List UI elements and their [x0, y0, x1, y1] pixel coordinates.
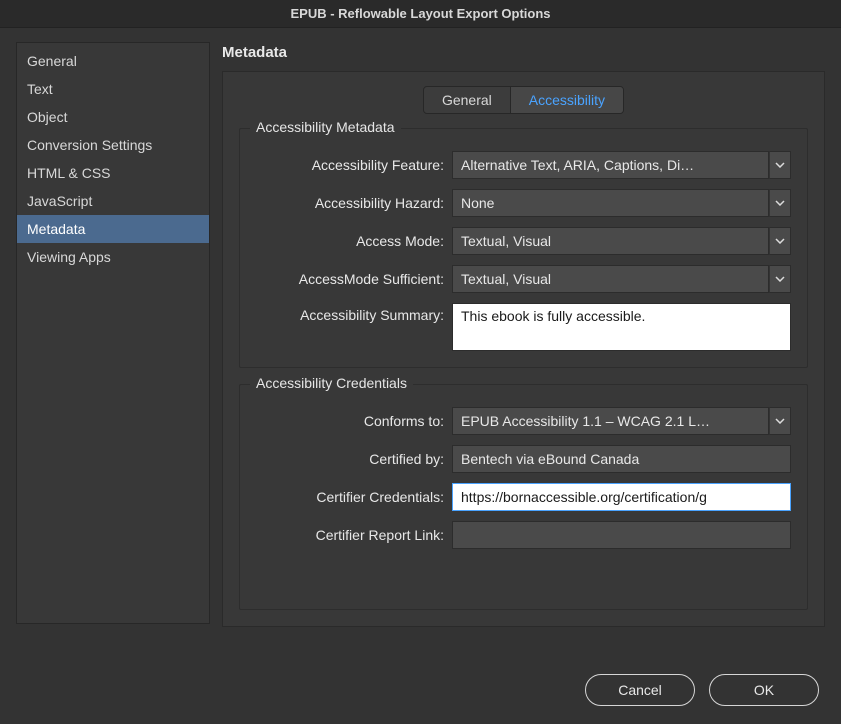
page-heading: Metadata [222, 44, 825, 61]
cancel-button[interactable]: Cancel [585, 674, 695, 706]
legend-accessibility-metadata: Accessibility Metadata [250, 119, 401, 135]
sidebar-item-object[interactable]: Object [17, 103, 209, 131]
window-title: EPUB - Reflowable Layout Export Options [0, 0, 841, 28]
label-accessibility-hazard: Accessibility Hazard: [256, 195, 452, 211]
label-conforms-to: Conforms to: [256, 413, 452, 429]
sidebar-item-text[interactable]: Text [17, 75, 209, 103]
label-certifier-credentials: Certifier Credentials: [256, 489, 452, 505]
label-accessibility-summary: Accessibility Summary: [256, 303, 452, 323]
chevron-down-icon[interactable] [769, 189, 791, 217]
input-certified-by[interactable] [452, 445, 791, 473]
chevron-down-icon[interactable] [769, 151, 791, 179]
sidebar-item-javascript[interactable]: JavaScript [17, 187, 209, 215]
select-accessibility-feature[interactable]: Alternative Text, ARIA, Captions, Di… [452, 151, 769, 179]
tab-accessibility[interactable]: Accessibility [511, 87, 623, 113]
ok-button[interactable]: OK [709, 674, 819, 706]
label-access-mode: Access Mode: [256, 233, 452, 249]
sidebar-item-html-css[interactable]: HTML & CSS [17, 159, 209, 187]
label-certifier-report-link: Certifier Report Link: [256, 527, 452, 543]
input-certifier-report-link[interactable] [452, 521, 791, 549]
sidebar-item-general[interactable]: General [17, 47, 209, 75]
input-certifier-credentials[interactable] [452, 483, 791, 511]
select-accessibility-hazard[interactable]: None [452, 189, 769, 217]
chevron-down-icon[interactable] [769, 227, 791, 255]
select-access-mode[interactable]: Textual, Visual [452, 227, 769, 255]
label-accessibility-feature: Accessibility Feature: [256, 157, 452, 173]
label-accessmode-sufficient: AccessMode Sufficient: [256, 271, 452, 287]
metadata-panel: General Accessibility Accessibility Meta… [222, 71, 825, 627]
sidebar-item-viewing-apps[interactable]: Viewing Apps [17, 243, 209, 271]
textarea-accessibility-summary[interactable] [452, 303, 791, 351]
select-conforms-to[interactable]: EPUB Accessibility 1.1 – WCAG 2.1 L… [452, 407, 769, 435]
legend-accessibility-credentials: Accessibility Credentials [250, 375, 413, 391]
dialog-footer: Cancel OK [585, 674, 819, 706]
fieldset-accessibility-metadata: Accessibility Metadata Accessibility Fea… [239, 128, 808, 368]
sidebar-item-metadata[interactable]: Metadata [17, 215, 209, 243]
category-sidebar: General Text Object Conversion Settings … [16, 42, 210, 624]
tab-general[interactable]: General [424, 87, 511, 113]
label-certified-by: Certified by: [256, 451, 452, 467]
select-accessmode-sufficient[interactable]: Textual, Visual [452, 265, 769, 293]
fieldset-accessibility-credentials: Accessibility Credentials Conforms to: E… [239, 384, 808, 610]
chevron-down-icon[interactable] [769, 265, 791, 293]
metadata-tabs: General Accessibility [239, 86, 808, 114]
chevron-down-icon[interactable] [769, 407, 791, 435]
sidebar-item-conversion-settings[interactable]: Conversion Settings [17, 131, 209, 159]
